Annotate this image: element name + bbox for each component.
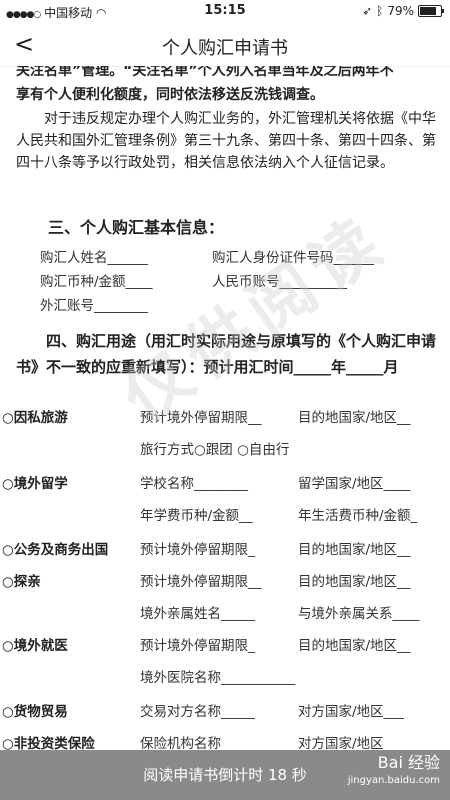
- field-relative-relation: 与境外亲属关系____: [298, 606, 420, 622]
- field-counterparty-country: 对方国家/地区___: [298, 704, 404, 720]
- field-fx-account: 外汇账号________: [40, 298, 148, 314]
- document-body[interactable]: 关注名单”管理。“关注名单”个人列入名单当年及之后两年不 享有个人便利化额度，同…: [0, 66, 450, 750]
- field-living-expense: 年生活费币种/金额_: [298, 508, 418, 524]
- purpose-insurance[interactable]: ○非投资类保险: [2, 732, 95, 750]
- field-stay-period: 预计境外停留期限__: [140, 574, 262, 590]
- nav-bar: < 个人购汇申请书: [0, 22, 450, 67]
- page-title: 个人购汇申请书: [162, 38, 288, 59]
- intro-line: 享有个人便利化额度，同时依法移送反洗钱调查。: [16, 87, 324, 103]
- bluetooth-icon: ᛒ: [376, 4, 384, 18]
- field-destination: 目的地国家/地区__: [298, 410, 411, 426]
- section4-heading: 四、购汇用途（用汇时实际用途与原填写的《个人购汇申请书》不一致的应重新填写）：预…: [16, 332, 437, 376]
- field-buyer-name: 购汇人姓名______: [40, 250, 148, 266]
- section3-heading: 三、个人购汇基本信息：: [48, 218, 225, 237]
- countdown-bar: 阅读申请书倒计时 18 秒 Bai 经验 jingyan.baidu.com: [0, 750, 450, 800]
- status-right: ➶ ᛒ 79%: [362, 4, 444, 18]
- field-relative-name: 境外亲属姓名_____: [140, 606, 255, 622]
- logo-url: jingyan.baidu.com: [347, 775, 440, 786]
- intro-paragraph: 对于违反规定办理个人购汇业务的，外汇管理机关将依据《中华人民共和国外汇管理条例》…: [16, 111, 436, 171]
- intro-cut-line: 关注名单”管理。“关注名单”个人列入名单当年及之后两年不: [16, 66, 394, 79]
- battery-percent: 79%: [387, 4, 414, 18]
- countdown-label: 阅读申请书倒计时 18 秒: [143, 766, 307, 784]
- location-icon: ➶: [362, 4, 373, 18]
- purpose-study-abroad[interactable]: ○境外留学: [2, 472, 68, 492]
- field-insurer-country: 对方国家/地区___: [298, 736, 404, 750]
- field-tuition: 年学费币种/金额__: [140, 508, 253, 524]
- logo-text: Bai 经验: [377, 753, 440, 772]
- field-counterparty: 交易对方名称_____: [140, 704, 255, 720]
- field-travel-mode[interactable]: 旅行方式○跟团 ○自由行: [140, 438, 289, 458]
- field-stay-period: 预计境外停留期限_: [140, 542, 255, 558]
- field-destination: 目的地国家/地区__: [298, 574, 411, 590]
- purpose-family-visit[interactable]: ○探亲: [2, 570, 41, 590]
- field-buyer-id: 购汇人身份证件号码______: [212, 250, 374, 266]
- purpose-business-trip[interactable]: ○公务及商务出国: [2, 538, 108, 558]
- field-hospital-name: 境外医院名称___________: [140, 670, 296, 686]
- field-stay-period: 预计境外停留期限_: [140, 638, 255, 654]
- field-stay-period: 预计境外停留期限__: [140, 410, 262, 426]
- baidu-jingyan-logo: Bai 经验 jingyan.baidu.com: [348, 754, 440, 790]
- purpose-goods-trade[interactable]: ○货物贸易: [2, 700, 68, 720]
- status-bar: ●●●●○ 中国移动 ◠ 15:15 ➶ ᛒ 79%: [0, 0, 450, 22]
- field-destination: 目的地国家/地区__: [298, 638, 411, 654]
- field-currency-amount: 购汇币种/金额____: [40, 274, 153, 290]
- battery-icon: [418, 5, 444, 17]
- field-destination: 目的地国家/地区__: [298, 542, 411, 558]
- field-school-name: 学校名称________: [140, 476, 248, 492]
- field-study-country: 留学国家/地区____: [298, 476, 411, 492]
- field-rmb-account: 人民币账号__________: [212, 274, 347, 290]
- purpose-medical[interactable]: ○境外就医: [2, 634, 68, 654]
- field-insurer: 保险机构名称_____: [140, 736, 255, 750]
- purpose-private-travel[interactable]: ○因私旅游: [2, 406, 68, 426]
